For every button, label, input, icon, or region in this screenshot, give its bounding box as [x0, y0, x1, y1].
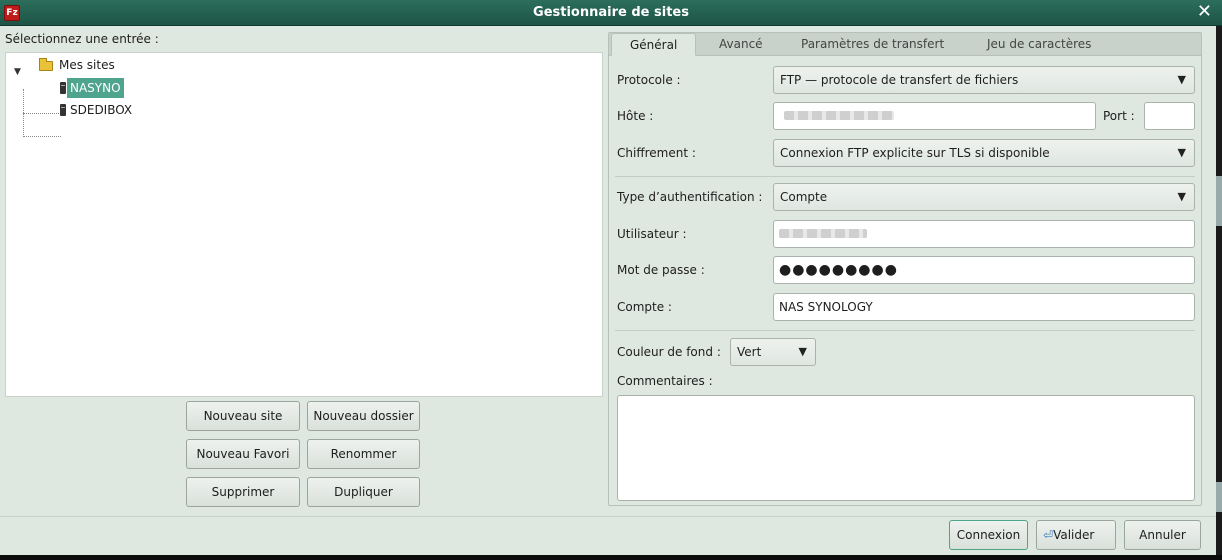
protocol-select[interactable]: FTP — protocole de transfert de fichiers…	[773, 66, 1195, 94]
ok-label: Valider	[1053, 528, 1095, 542]
user-input[interactable]	[773, 220, 1195, 248]
separator	[0, 507, 1216, 517]
tab-advanced[interactable]: Avancé	[701, 33, 781, 56]
dropdown-arrow-icon: ▼	[1177, 190, 1186, 203]
redacted-text	[784, 111, 894, 120]
encryption-label: Chiffrement :	[617, 146, 696, 160]
tab-transfer-settings[interactable]: Paramètres de transfert	[783, 33, 962, 56]
background-edge-bottom	[0, 555, 1222, 560]
comments-label: Commentaires :	[617, 374, 713, 388]
server-icon	[60, 82, 66, 94]
port-input[interactable]	[1144, 102, 1195, 130]
auth-type-label: Type d’authentification :	[617, 190, 763, 204]
site-settings-panel: Général Avancé Paramètres de transfert J…	[608, 32, 1202, 506]
user-label: Utilisateur :	[617, 227, 687, 241]
window-title: Gestionnaire de sites	[533, 5, 689, 20]
tree-item-sdedibox[interactable]: SDEDIBOX	[6, 100, 206, 120]
separator	[615, 176, 1195, 177]
auth-type-value: Compte	[780, 190, 828, 204]
tree-connector	[23, 136, 61, 137]
comments-textarea[interactable]	[617, 395, 1195, 501]
delete-button[interactable]: Supprimer	[186, 477, 300, 507]
account-label: Compte :	[617, 300, 672, 314]
password-input[interactable]: ●●●●●●●●●	[773, 256, 1195, 284]
tree-root-my-sites[interactable]: ▼ Mes sites	[6, 55, 206, 77]
connect-button[interactable]: Connexion	[949, 520, 1028, 550]
settings-tabs: Général Avancé Paramètres de transfert J…	[609, 33, 1201, 56]
account-input[interactable]: NAS SYNOLOGY	[773, 293, 1195, 321]
host-input[interactable]	[773, 102, 1096, 130]
tree-item-label: NASYNO	[67, 78, 124, 98]
new-folder-button[interactable]: Nouveau dossier	[307, 401, 420, 431]
new-site-button[interactable]: Nouveau site	[186, 401, 300, 431]
redacted-text	[779, 229, 867, 238]
tree-item-label: SDEDIBOX	[70, 103, 133, 117]
background-color-select[interactable]: Vert ▼	[730, 338, 816, 366]
site-manager-dialog: Sélectionnez une entrée : ▼ Mes sites NA…	[0, 26, 1216, 555]
separator	[615, 330, 1195, 331]
ok-icon: ⏎	[1043, 528, 1054, 542]
background-color-value: Vert	[737, 345, 762, 359]
close-icon[interactable]: ✕	[1197, 3, 1212, 21]
password-label: Mot de passe :	[617, 263, 705, 277]
background-edge	[1216, 26, 1222, 560]
cancel-button[interactable]: Annuler	[1124, 520, 1201, 550]
encryption-select[interactable]: Connexion FTP explicite sur TLS si dispo…	[773, 139, 1195, 167]
folder-icon	[39, 58, 53, 71]
tab-charset[interactable]: Jeu de caractères	[969, 33, 1109, 56]
protocol-label: Protocole :	[617, 73, 681, 87]
new-bookmark-button[interactable]: Nouveau Favori	[186, 439, 300, 469]
auth-type-select[interactable]: Compte ▼	[773, 183, 1195, 211]
rename-button[interactable]: Renommer	[307, 439, 420, 469]
tree-item-nasyno[interactable]: NASYNO	[6, 78, 206, 98]
dropdown-arrow-icon: ▼	[1177, 146, 1186, 159]
title-bar: Fz Gestionnaire de sites ✕	[0, 0, 1222, 26]
protocol-value: FTP — protocole de transfert de fichiers	[780, 73, 1019, 87]
host-label: Hôte :	[617, 109, 654, 123]
port-label: Port :	[1103, 109, 1135, 123]
background-color-label: Couleur de fond :	[617, 345, 721, 359]
tree-root-label: Mes sites	[59, 58, 115, 72]
ok-button[interactable]: ⏎Valider	[1036, 520, 1116, 550]
tab-general[interactable]: Général	[611, 33, 697, 56]
server-icon	[60, 104, 66, 116]
duplicate-button[interactable]: Dupliquer	[307, 477, 420, 507]
site-tree[interactable]: ▼ Mes sites NASYNO SDEDIBOX	[5, 52, 603, 397]
encryption-value: Connexion FTP explicite sur TLS si dispo…	[780, 146, 1050, 160]
select-entry-label: Sélectionnez une entrée :	[5, 32, 159, 46]
dropdown-arrow-icon: ▼	[1177, 73, 1186, 86]
dropdown-arrow-icon: ▼	[798, 345, 807, 358]
